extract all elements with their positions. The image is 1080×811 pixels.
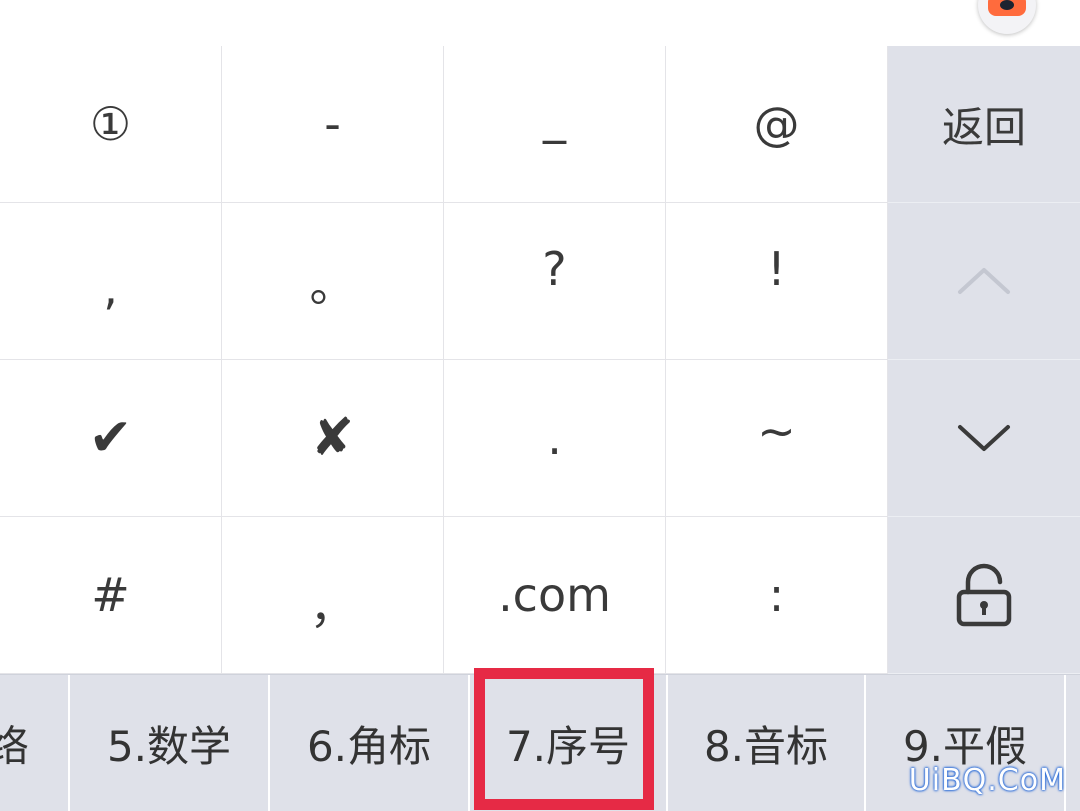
key-fullwidth-comma[interactable]: ， [222, 517, 444, 674]
scroll-up-button[interactable] [888, 203, 1080, 360]
top-bar [0, 0, 1080, 47]
avatar-eye [1000, 0, 1014, 10]
key-check-mark[interactable]: ✔ [0, 360, 222, 517]
key-circled-one[interactable]: ① [0, 46, 222, 203]
key-exclamation[interactable]: ! [666, 203, 888, 360]
key-tilde[interactable]: ~ [666, 360, 888, 517]
category-tab-math[interactable]: 5.数学 [70, 675, 270, 811]
key-cross-mark[interactable]: ✘ [222, 360, 444, 517]
key-hyphen[interactable]: - [222, 46, 444, 203]
key-dot[interactable]: . [444, 360, 666, 517]
key-chinese-period[interactable]: 。 [222, 203, 444, 360]
key-underscore[interactable]: _ [444, 46, 666, 203]
category-tab-serial-number[interactable]: 7.序号 [470, 675, 668, 811]
key-dot-com[interactable]: .com [444, 517, 666, 674]
key-question[interactable]: ? [444, 203, 666, 360]
key-hash[interactable]: # [0, 517, 222, 674]
key-comma[interactable]: , [0, 203, 222, 360]
key-colon[interactable]: : [666, 517, 888, 674]
lock-button[interactable] [888, 517, 1080, 674]
back-button[interactable]: 返回 [888, 46, 1080, 203]
watermark: UiBQ.CoM [908, 763, 1066, 798]
category-tab-superscript[interactable]: 6.角标 [270, 675, 470, 811]
chevron-up-icon [958, 268, 1010, 294]
category-tab-phonetic[interactable]: 8.音标 [668, 675, 866, 811]
key-at[interactable]: @ [666, 46, 888, 203]
chevron-down-icon [958, 425, 1010, 451]
app-avatar-icon[interactable] [978, 0, 1036, 34]
keyboard-sidebar: 返回 [888, 46, 1080, 674]
symbol-key-grid: ① - _ @ , 。 ? ! ✔ ✘ . ~ # ， .com : [0, 46, 888, 674]
unlock-icon [956, 563, 1012, 627]
scroll-down-button[interactable] [888, 360, 1080, 517]
category-tab-network[interactable]: 络 [0, 675, 70, 811]
